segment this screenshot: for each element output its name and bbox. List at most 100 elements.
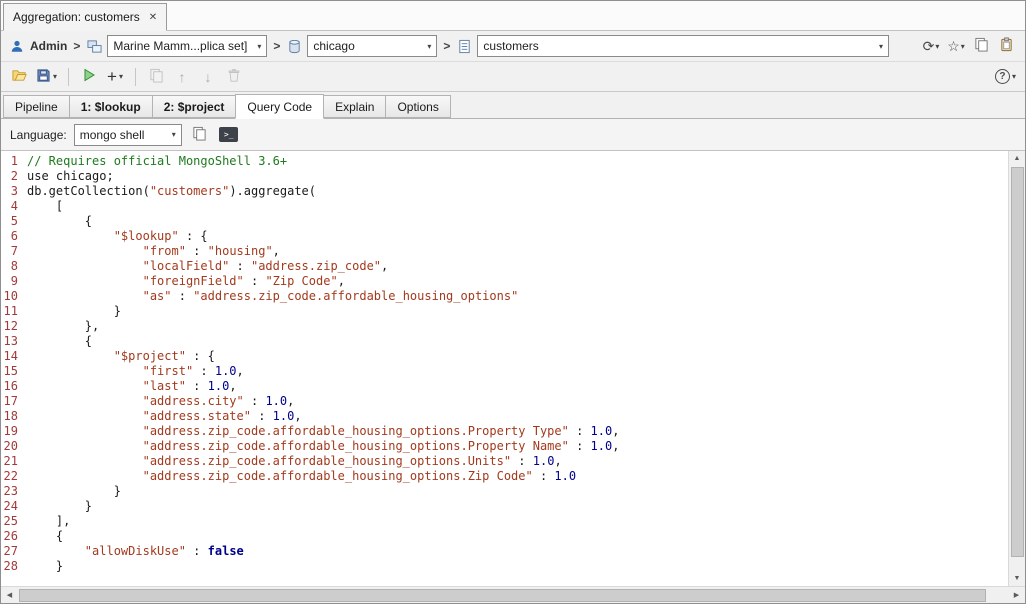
code-line: 3db.getCollection("customers").aggregate… — [1, 184, 1008, 199]
scroll-up-button[interactable]: ▲ — [1009, 151, 1025, 166]
code-text: "$project" : { — [27, 349, 215, 364]
save-icon — [36, 68, 51, 86]
move-up-button[interactable]: ↑ — [170, 65, 194, 89]
line-number: 11 — [1, 304, 27, 319]
code-text: // Requires official MongoShell 3.6+ — [27, 154, 287, 169]
chevron-down-icon: ▾ — [168, 130, 176, 139]
code-line: 12 }, — [1, 319, 1008, 334]
paste-button[interactable] — [995, 35, 1017, 57]
code-text: "address.zip_code.affordable_housing_opt… — [27, 424, 619, 439]
open-in-shell-button[interactable]: >_ — [218, 124, 240, 146]
terminal-icon: >_ — [219, 127, 238, 142]
line-number: 4 — [1, 199, 27, 214]
horizontal-scrollbar[interactable]: ◀ ▶ — [1, 586, 1025, 603]
scroll-down-button[interactable]: ▼ — [1009, 571, 1025, 586]
add-stage-button[interactable]: + ▾ — [103, 65, 127, 89]
tab-stage1-lookup[interactable]: 1: $lookup — [69, 95, 153, 118]
code-text: "last" : 1.0, — [27, 379, 237, 394]
tab-stage2-project[interactable]: 2: $project — [152, 95, 237, 118]
code-text: } — [27, 499, 92, 514]
breadcrumb-actions: ⟳ ▾ ☆ ▾ — [920, 35, 1017, 57]
line-number: 9 — [1, 274, 27, 289]
toolbar-separator — [68, 68, 69, 86]
code-lines[interactable]: 1// Requires official MongoShell 3.6+2us… — [1, 151, 1008, 586]
horizontal-scroll-thumb[interactable] — [19, 589, 986, 602]
scroll-right-button[interactable]: ▶ — [1008, 587, 1025, 603]
arrow-down-icon: ↓ — [205, 69, 212, 85]
refresh-icon: ⟳ — [923, 39, 935, 53]
line-number: 1 — [1, 154, 27, 169]
language-value: mongo shell — [80, 128, 145, 142]
language-select[interactable]: mongo shell ▾ — [74, 124, 182, 146]
tab-explain[interactable]: Explain — [323, 95, 386, 118]
code-text: use chicago; — [27, 169, 114, 184]
run-button[interactable] — [77, 65, 101, 89]
trash-icon — [227, 68, 241, 86]
save-button[interactable]: ▾ — [33, 65, 60, 89]
copy-code-button[interactable] — [189, 124, 211, 146]
code-line: 1// Requires official MongoShell 3.6+ — [1, 154, 1008, 169]
code-text: { — [27, 334, 92, 349]
tab-pipeline[interactable]: Pipeline — [3, 95, 70, 118]
line-number: 28 — [1, 559, 27, 574]
folder-open-icon — [11, 68, 28, 86]
close-icon[interactable]: ✕ — [149, 12, 157, 23]
line-number: 21 — [1, 454, 27, 469]
vertical-scrollbar[interactable]: ▲ ▼ — [1008, 151, 1025, 586]
code-line: 9 "foreignField" : "Zip Code", — [1, 274, 1008, 289]
copy-button[interactable] — [970, 35, 992, 57]
tab-query-code[interactable]: Query Code — [235, 94, 324, 119]
plus-icon: + — [107, 68, 117, 85]
collection-select[interactable]: customers ▾ — [477, 35, 889, 57]
line-number: 24 — [1, 499, 27, 514]
line-number: 16 — [1, 379, 27, 394]
code-text: } — [27, 559, 63, 574]
recent-queries-button[interactable]: ⟳ ▾ — [920, 35, 942, 57]
duplicate-icon — [149, 68, 164, 86]
line-number: 25 — [1, 514, 27, 529]
duplicate-stage-button[interactable] — [144, 65, 168, 89]
play-icon — [81, 67, 97, 86]
line-number: 27 — [1, 544, 27, 559]
language-bar: Language: mongo shell ▾ >_ — [1, 119, 1025, 151]
code-line: 7 "from" : "housing", — [1, 244, 1008, 259]
tab-options[interactable]: Options — [385, 95, 450, 118]
connection-select[interactable]: Marine Mamm...plica set] ▾ — [107, 35, 267, 57]
line-number: 17 — [1, 394, 27, 409]
code-text: }, — [27, 319, 99, 334]
line-number: 15 — [1, 364, 27, 379]
connection-value: Marine Mamm...plica set] — [113, 39, 247, 53]
help-button[interactable]: ? ▾ — [992, 65, 1019, 89]
code-line: 15 "first" : 1.0, — [1, 364, 1008, 379]
code-text: "foreignField" : "Zip Code", — [27, 274, 345, 289]
collection-icon — [456, 38, 472, 54]
user-label: Admin — [30, 39, 67, 53]
vertical-scroll-thumb[interactable] — [1011, 167, 1024, 557]
database-select[interactable]: chicago ▾ — [307, 35, 437, 57]
star-icon: ☆ — [947, 39, 960, 53]
code-line: 26 { — [1, 529, 1008, 544]
code-text: "address.zip_code.affordable_housing_opt… — [27, 469, 576, 484]
connection-icon — [86, 38, 102, 54]
code-line: 14 "$project" : { — [1, 349, 1008, 364]
chevron-down-icon: ▾ — [935, 42, 939, 51]
code-text: "first" : 1.0, — [27, 364, 244, 379]
chevron-down-icon: ▾ — [875, 42, 883, 51]
code-text: } — [27, 304, 121, 319]
chevron-down-icon: ▾ — [53, 72, 57, 81]
toolbar-separator — [135, 68, 136, 86]
chevron-down-icon: ▾ — [423, 42, 431, 51]
scroll-left-button[interactable]: ◀ — [1, 587, 18, 603]
code-line: 25 ], — [1, 514, 1008, 529]
code-line: 20 "address.zip_code.affordable_housing_… — [1, 439, 1008, 454]
delete-stage-button[interactable] — [222, 65, 246, 89]
tab-aggregation-customers[interactable]: Aggregation: customers ✕ — [3, 3, 167, 31]
copy-icon — [192, 126, 207, 144]
document-tabbar: Aggregation: customers ✕ — [1, 1, 1025, 31]
copy-icon — [974, 37, 989, 55]
move-down-button[interactable]: ↓ — [196, 65, 220, 89]
code-line: 24 } — [1, 499, 1008, 514]
open-button[interactable] — [7, 65, 31, 89]
favorites-button[interactable]: ☆ ▾ — [945, 35, 967, 57]
line-number: 5 — [1, 214, 27, 229]
